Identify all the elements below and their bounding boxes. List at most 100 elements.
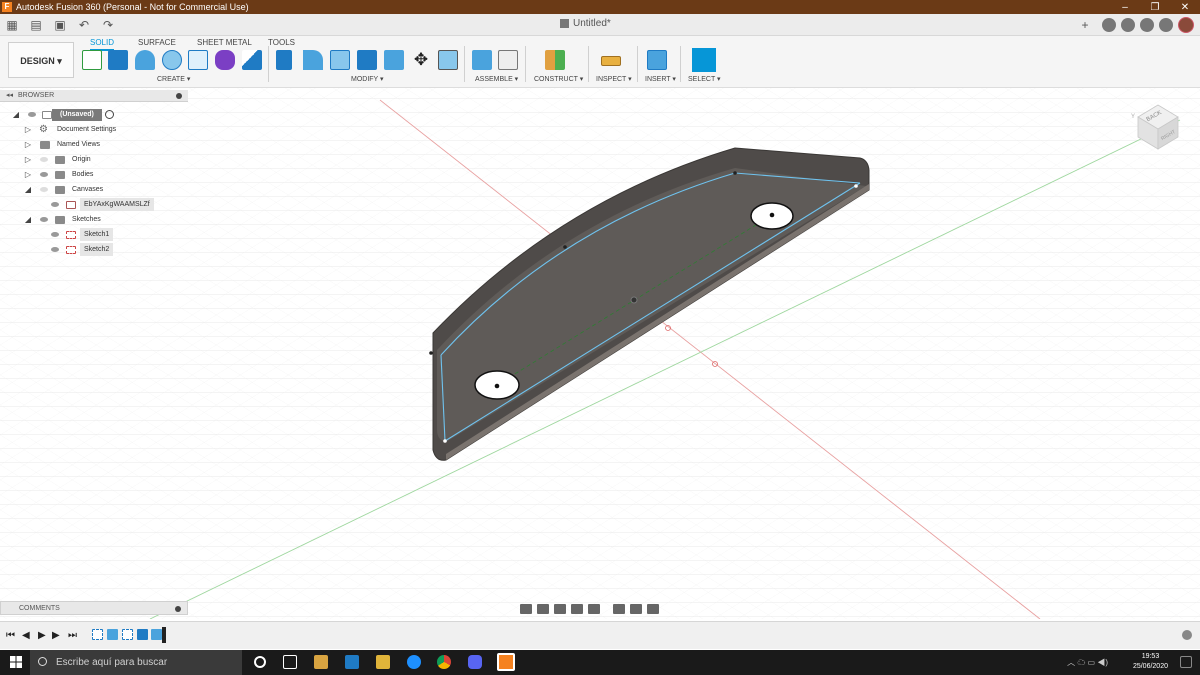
- split-body-icon[interactable]: [384, 50, 404, 70]
- expand-arrow-icon[interactable]: ◢: [24, 212, 32, 227]
- document-tab[interactable]: Untitled*: [560, 18, 611, 29]
- fit-icon[interactable]: [588, 604, 600, 614]
- hole-icon[interactable]: [162, 50, 182, 70]
- offset-plane-icon[interactable]: [545, 50, 565, 70]
- orbit-icon[interactable]: [520, 604, 532, 614]
- new-component-icon[interactable]: [472, 50, 492, 70]
- comments-add-icon[interactable]: [175, 606, 181, 612]
- fusion-360-taskbar-icon[interactable]: [497, 653, 515, 671]
- system-tray-icons[interactable]: ︿ ☁ ▭ ◀): [1067, 657, 1108, 668]
- select-group-label[interactable]: SELECT ▾: [688, 75, 721, 83]
- expand-arrow-icon[interactable]: ◢: [12, 107, 20, 122]
- tree-item-canvas-image[interactable]: EbYAxKgWAAMSLZf: [0, 197, 188, 212]
- mirror-icon[interactable]: [242, 50, 262, 70]
- visibility-eye-icon[interactable]: [40, 217, 48, 222]
- store-icon[interactable]: [314, 655, 328, 669]
- tree-item-sketch1[interactable]: Sketch1: [0, 227, 188, 242]
- play-icon[interactable]: ▶: [38, 630, 46, 641]
- activate-radio-icon[interactable]: [105, 110, 114, 119]
- tab-sheet-metal[interactable]: SHEET METAL: [197, 38, 252, 47]
- tree-item-named-views[interactable]: ▷ Named Views: [0, 137, 188, 152]
- notifications-center-icon[interactable]: [1180, 656, 1192, 668]
- align-icon[interactable]: [438, 50, 458, 70]
- tree-item-canvases[interactable]: ◢ Canvases: [0, 182, 188, 197]
- browser-pin-icon[interactable]: [176, 93, 182, 99]
- step-forward-icon[interactable]: ▶: [52, 630, 60, 641]
- extensions-icon[interactable]: [1140, 18, 1154, 32]
- undo-icon[interactable]: ↶: [77, 18, 91, 32]
- timeline-hole-icon[interactable]: [151, 629, 162, 640]
- notifications-icon[interactable]: [1102, 18, 1116, 32]
- go-to-start-icon[interactable]: ⏮: [6, 630, 15, 641]
- maximize-button[interactable]: ❐: [1140, 2, 1170, 13]
- tree-item-bodies[interactable]: ▷ Bodies: [0, 167, 188, 182]
- task-view-icon[interactable]: [283, 655, 297, 669]
- edge-browser-icon[interactable]: [407, 655, 421, 669]
- create-sketch-icon[interactable]: [82, 50, 102, 70]
- display-settings-icon[interactable]: [613, 604, 625, 614]
- comments-panel[interactable]: COMMENTS: [0, 601, 188, 615]
- form-icon[interactable]: [215, 50, 235, 70]
- close-button[interactable]: ✕: [1170, 2, 1200, 13]
- tree-root[interactable]: ◢ (Unsaved): [0, 107, 188, 122]
- visibility-eye-icon[interactable]: [40, 157, 48, 162]
- timeline-extrude-icon[interactable]: [137, 629, 148, 640]
- grid-menu-icon[interactable]: ▦: [5, 18, 19, 32]
- visibility-eye-icon[interactable]: [51, 232, 59, 237]
- visibility-eye-icon[interactable]: [40, 172, 48, 177]
- taskbar-search-input[interactable]: Escribe aquí para buscar: [30, 650, 242, 675]
- visibility-eye-icon[interactable]: [28, 112, 36, 117]
- workspace-switcher-button[interactable]: DESIGN ▾: [8, 42, 74, 78]
- measure-icon[interactable]: [601, 56, 621, 66]
- file-menu-icon[interactable]: ▤: [29, 18, 43, 32]
- timeline-settings-gear-icon[interactable]: [1182, 630, 1192, 640]
- tree-item-origin[interactable]: ▷ Origin: [0, 152, 188, 167]
- expand-arrow-icon[interactable]: ▷: [24, 152, 32, 167]
- construct-group-label[interactable]: CONSTRUCT ▾: [534, 75, 583, 83]
- new-tab-icon[interactable]: +: [1078, 18, 1092, 32]
- insert-group-label[interactable]: INSERT ▾: [645, 75, 676, 83]
- minimize-button[interactable]: –: [1110, 2, 1140, 13]
- windows-start-icon[interactable]: [10, 656, 22, 668]
- step-back-icon[interactable]: ◀: [22, 630, 30, 641]
- inspect-group-label[interactable]: INSPECT ▾: [596, 75, 632, 83]
- go-to-end-icon[interactable]: ⏭: [68, 630, 77, 641]
- mail-icon[interactable]: [345, 655, 359, 669]
- grid-settings-icon[interactable]: [630, 604, 642, 614]
- redo-icon[interactable]: ↷: [101, 18, 115, 32]
- modify-group-label[interactable]: MODIFY ▾: [351, 75, 384, 83]
- timeline-sketch-icon[interactable]: [92, 629, 103, 640]
- discord-icon[interactable]: [468, 655, 482, 669]
- timeline-canvas-icon[interactable]: [107, 629, 118, 640]
- chamfer-icon[interactable]: [330, 50, 350, 70]
- assemble-group-label[interactable]: ASSEMBLE ▾: [475, 75, 518, 83]
- save-icon[interactable]: ▣: [53, 18, 67, 32]
- cortana-icon[interactable]: [254, 656, 266, 668]
- tree-item-sketches[interactable]: ◢ Sketches: [0, 212, 188, 227]
- press-pull-icon[interactable]: [276, 50, 292, 70]
- expand-arrow-icon[interactable]: ◢: [24, 182, 32, 197]
- chrome-browser-icon[interactable]: [437, 655, 451, 669]
- expand-arrow-icon[interactable]: ▷: [24, 137, 32, 152]
- pan-hand-icon[interactable]: [554, 604, 566, 614]
- visibility-eye-icon[interactable]: [40, 187, 48, 192]
- tab-tools[interactable]: TOOLS: [268, 38, 295, 47]
- select-icon[interactable]: [692, 48, 716, 72]
- file-explorer-icon[interactable]: [376, 655, 390, 669]
- browser-header[interactable]: ◂◂ BROWSER: [0, 90, 188, 102]
- visibility-eye-icon[interactable]: [51, 247, 59, 252]
- timeline-marker[interactable]: [162, 627, 166, 643]
- zoom-icon[interactable]: [571, 604, 583, 614]
- collapse-browser-icon[interactable]: ◂◂: [6, 92, 13, 99]
- tab-surface[interactable]: SURFACE: [138, 38, 176, 47]
- fillet-icon[interactable]: [303, 50, 323, 70]
- shell-icon[interactable]: [357, 50, 377, 70]
- pattern-icon[interactable]: [188, 50, 208, 70]
- expand-arrow-icon[interactable]: ▷: [24, 122, 32, 137]
- help-icon[interactable]: [1159, 18, 1173, 32]
- user-avatar[interactable]: [1178, 17, 1194, 33]
- extrude-icon[interactable]: [108, 50, 128, 70]
- look-at-icon[interactable]: [537, 604, 549, 614]
- system-clock[interactable]: 19:53 25/06/2020: [1133, 652, 1168, 672]
- create-group-label[interactable]: CREATE ▾: [157, 75, 190, 83]
